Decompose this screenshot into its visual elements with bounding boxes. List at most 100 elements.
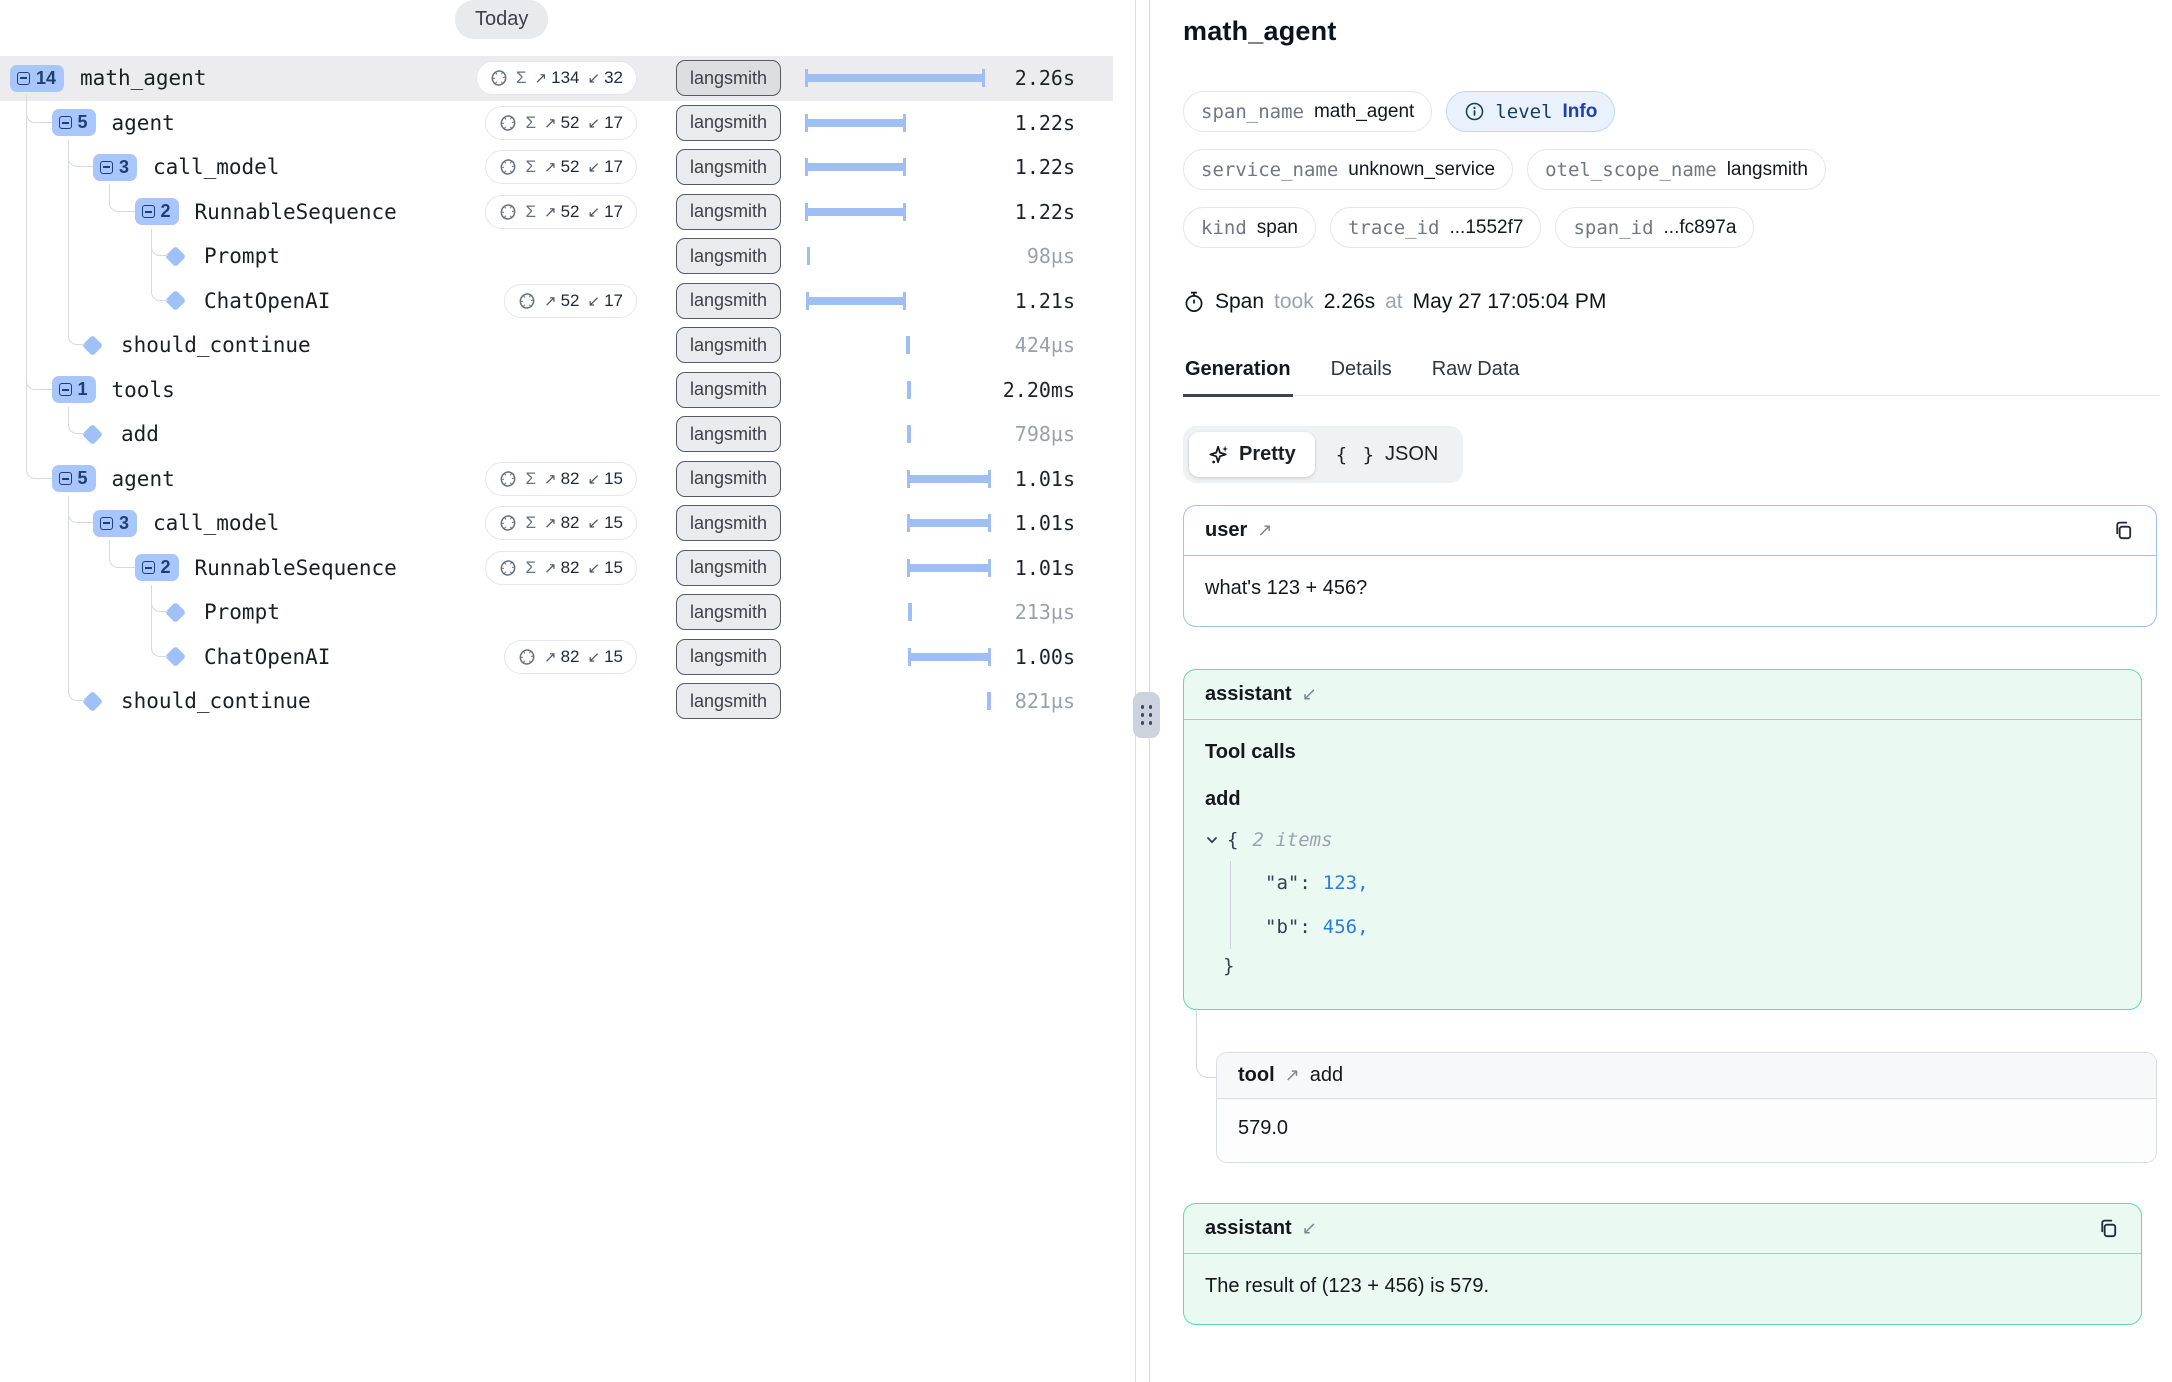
attribute-value: unknown_service bbox=[1348, 159, 1495, 181]
child-count: 5 bbox=[78, 468, 88, 489]
output-tokens: 15 bbox=[604, 513, 623, 533]
duration-label: 1.01s bbox=[1015, 467, 1075, 491]
trace-row-ChatOpenAI[interactable]: ChatOpenAI↗82↙15langsmith1.00s bbox=[0, 635, 1113, 680]
message-card-tool: tool ↗ add 579.0 bbox=[1216, 1052, 2157, 1163]
copy-icon[interactable] bbox=[2097, 1217, 2120, 1240]
collapse-caret-icon[interactable] bbox=[1205, 833, 1219, 847]
span-name-label: Prompt bbox=[204, 600, 280, 624]
output-tokens: 32 bbox=[604, 68, 623, 88]
duration-bar bbox=[806, 163, 905, 171]
trace-row-Prompt[interactable]: Promptlangsmith213µs bbox=[0, 590, 1113, 635]
today-filter-chip[interactable]: Today bbox=[455, 0, 548, 39]
token-usage-badge: ↗82↙15 bbox=[504, 640, 637, 674]
vendor-badge: langsmith bbox=[676, 283, 781, 319]
attribute-chip-trace_id[interactable]: trace_id...1552f7 bbox=[1330, 207, 1541, 248]
duration-timeline bbox=[806, 546, 990, 591]
duration-timeline bbox=[806, 635, 990, 680]
duration-label: 1.22s bbox=[1015, 155, 1075, 179]
collapse-icon bbox=[17, 72, 30, 85]
collapse-icon bbox=[100, 517, 113, 530]
collapse-badge[interactable]: 14 bbox=[10, 65, 64, 92]
collapse-icon bbox=[100, 161, 113, 174]
attribute-chip-otel_scope_name[interactable]: otel_scope_namelangsmith bbox=[1527, 149, 1826, 190]
tab-generation[interactable]: Generation bbox=[1183, 358, 1293, 395]
token-usage-badge: Σ↗82↙15 bbox=[485, 462, 637, 496]
trace-row-RunnableSequence[interactable]: 2RunnableSequenceΣ↗82↙15langsmith1.01s bbox=[0, 546, 1113, 591]
collapse-icon bbox=[59, 472, 72, 485]
attribute-chip-service_name[interactable]: service_nameunknown_service bbox=[1183, 149, 1513, 190]
collapse-badge[interactable]: 2 bbox=[135, 198, 179, 225]
tool-result-name: add bbox=[1310, 1064, 1343, 1087]
tab-details[interactable]: Details bbox=[1329, 358, 1394, 395]
collapse-badge[interactable]: 5 bbox=[52, 109, 96, 136]
input-tokens: 52 bbox=[561, 157, 580, 177]
duration-label: 1.22s bbox=[1015, 111, 1075, 135]
output-tokens: 15 bbox=[604, 558, 623, 578]
panel-resize-handle-icon[interactable] bbox=[1133, 692, 1160, 738]
vendor-badge: langsmith bbox=[676, 683, 781, 719]
output-arrow-icon: ↙ bbox=[588, 203, 601, 221]
coin-icon bbox=[490, 69, 508, 87]
attribute-chip-span_id[interactable]: span_id...fc897a bbox=[1555, 207, 1754, 248]
span-name-label: agent bbox=[112, 111, 175, 135]
token-usage-badge: Σ↗82↙15 bbox=[485, 506, 637, 540]
coin-icon bbox=[499, 158, 517, 176]
attribute-value: span bbox=[1257, 217, 1298, 239]
duration-label: 2.20ms bbox=[1003, 378, 1075, 402]
copy-icon[interactable] bbox=[2112, 519, 2135, 542]
duration-timeline bbox=[806, 457, 990, 502]
output-arrow-icon: ↙ bbox=[588, 292, 601, 310]
collapse-badge[interactable]: 1 bbox=[52, 376, 96, 403]
panel-splitter[interactable] bbox=[1136, 0, 1150, 1382]
input-arrow-icon: ↗ bbox=[544, 559, 557, 577]
attribute-key: trace_id bbox=[1348, 217, 1440, 239]
trace-tree-panel: Today 14math_agentΣ↗134↙32langsmith2.26s… bbox=[0, 0, 1136, 1382]
assistant-final-content: The result of (123 + 456) is 579. bbox=[1184, 1254, 2141, 1324]
child-count: 3 bbox=[119, 513, 129, 534]
trace-row-agent[interactable]: 5agentΣ↗82↙15langsmith1.01s bbox=[0, 457, 1113, 502]
trace-row-Prompt[interactable]: Promptlangsmith98µs bbox=[0, 234, 1113, 279]
tab-raw-data[interactable]: Raw Data bbox=[1430, 358, 1522, 395]
attribute-chip-level[interactable]: levelInfo bbox=[1446, 91, 1615, 132]
duration-label: 821µs bbox=[1015, 689, 1075, 713]
braces-icon: { } bbox=[1336, 444, 1376, 466]
trace-row-call_model[interactable]: 3call_modelΣ↗82↙15langsmith1.01s bbox=[0, 501, 1113, 546]
pretty-view-button[interactable]: Pretty bbox=[1189, 432, 1315, 477]
output-arrow-icon: ↙ bbox=[588, 158, 601, 176]
token-usage-badge: Σ↗134↙32 bbox=[476, 61, 637, 95]
trace-viewer-app: Today 14math_agentΣ↗134↙32langsmith2.26s… bbox=[0, 0, 2172, 1382]
json-view-button[interactable]: { } JSON bbox=[1317, 432, 1458, 477]
trace-row-ChatOpenAI[interactable]: ChatOpenAI↗52↙17langsmith1.21s bbox=[0, 279, 1113, 324]
coin-icon bbox=[499, 114, 517, 132]
items-count-label: 2 items bbox=[1252, 829, 1332, 851]
trace-row-call_model[interactable]: 3call_modelΣ↗52↙17langsmith1.22s bbox=[0, 145, 1113, 190]
sigma-icon: Σ bbox=[525, 469, 536, 489]
trace-row-add[interactable]: addlangsmith798µs bbox=[0, 412, 1113, 457]
collapse-badge[interactable]: 3 bbox=[93, 154, 137, 181]
trace-row-tools[interactable]: 1toolslangsmith2.20ms bbox=[0, 368, 1113, 413]
collapse-badge[interactable]: 3 bbox=[93, 510, 137, 537]
collapse-badge[interactable]: 5 bbox=[52, 465, 96, 492]
input-tokens: 82 bbox=[561, 469, 580, 489]
input-arrow-icon: ↗ bbox=[544, 292, 557, 310]
role-label: assistant bbox=[1205, 683, 1292, 706]
role-label: tool bbox=[1238, 1064, 1275, 1087]
leaf-diamond-icon bbox=[82, 335, 103, 356]
timing-at: at bbox=[1385, 290, 1403, 314]
duration-timeline bbox=[806, 190, 990, 235]
collapse-badge[interactable]: 2 bbox=[135, 554, 179, 581]
view-mode-toggle: Pretty { } JSON bbox=[1183, 426, 1463, 483]
pretty-label: Pretty bbox=[1239, 443, 1296, 466]
assistant-card-header: assistant ↙ bbox=[1184, 670, 2141, 720]
user-message-content: what's 123 + 456? bbox=[1184, 556, 2156, 626]
trace-row-RunnableSequence[interactable]: 2RunnableSequenceΣ↗52↙17langsmith1.22s bbox=[0, 190, 1113, 235]
sigma-icon: Σ bbox=[516, 68, 527, 88]
attribute-chip-kind[interactable]: kindspan bbox=[1183, 207, 1316, 248]
attribute-chip-span_name[interactable]: span_namemath_agent bbox=[1183, 91, 1432, 132]
trace-row-math_agent[interactable]: 14math_agentΣ↗134↙32langsmith2.26s bbox=[0, 56, 1113, 101]
trace-row-should_continue[interactable]: should_continuelangsmith821µs bbox=[0, 679, 1113, 724]
trace-row-agent[interactable]: 5agentΣ↗52↙17langsmith1.22s bbox=[0, 101, 1113, 146]
span-name-label: Prompt bbox=[204, 244, 280, 268]
output-arrow-icon: ↙ bbox=[588, 114, 601, 132]
trace-row-should_continue[interactable]: should_continuelangsmith424µs bbox=[0, 323, 1113, 368]
